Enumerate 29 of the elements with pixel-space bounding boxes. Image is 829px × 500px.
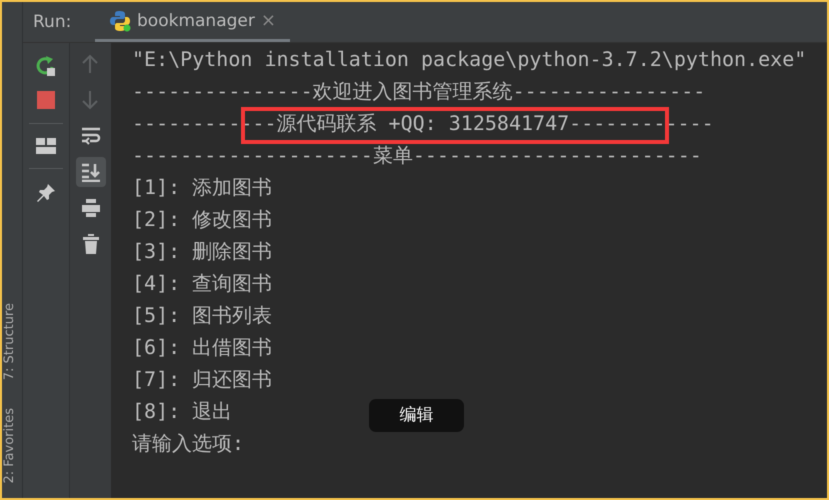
run-label: Run: xyxy=(33,12,72,32)
python-icon xyxy=(109,10,131,32)
scroll-end-icon xyxy=(80,162,100,182)
arrow-down-icon xyxy=(80,90,100,110)
rerun-icon[interactable] xyxy=(35,55,57,77)
console-line: [7]: 归还图书 xyxy=(132,367,272,391)
console-line: [3]: 删除图书 xyxy=(132,239,272,263)
console-line: [1]: 添加图书 xyxy=(132,175,272,199)
console-line: [2]: 修改图书 xyxy=(132,207,272,231)
edit-button[interactable]: 编辑 xyxy=(369,399,464,432)
wrap-icon xyxy=(80,126,100,146)
scroll-end-button[interactable] xyxy=(76,157,106,187)
printer-icon xyxy=(80,198,100,218)
console-line: [8]: 退出 xyxy=(132,399,232,423)
pin-icon[interactable] xyxy=(36,183,56,203)
console-line: [6]: 出借图书 xyxy=(132,335,272,359)
tool-window-tab[interactable]: 2: Favorites xyxy=(2,408,22,484)
close-button[interactable]: × xyxy=(260,10,276,31)
tab-title: bookmanager xyxy=(137,10,255,30)
console-line: [5]: 图书列表 xyxy=(132,303,272,327)
trash-icon xyxy=(80,234,100,254)
console-line: ---------------欢迎进入图书管理系统---------------- xyxy=(132,79,706,103)
console-line: [4]: 查询图书 xyxy=(132,271,272,295)
console-line: "E:\Python installation package\python-3.7.2\python.exe" xyxy=(132,47,806,71)
tool-window-tab[interactable]: 7: Structure xyxy=(2,303,22,380)
arrow-up-icon xyxy=(80,54,100,74)
layout-icon[interactable] xyxy=(36,138,56,154)
console-line: 请输入选项: xyxy=(132,431,244,455)
console-line: --------------------菜单------------------------ xyxy=(132,143,702,167)
